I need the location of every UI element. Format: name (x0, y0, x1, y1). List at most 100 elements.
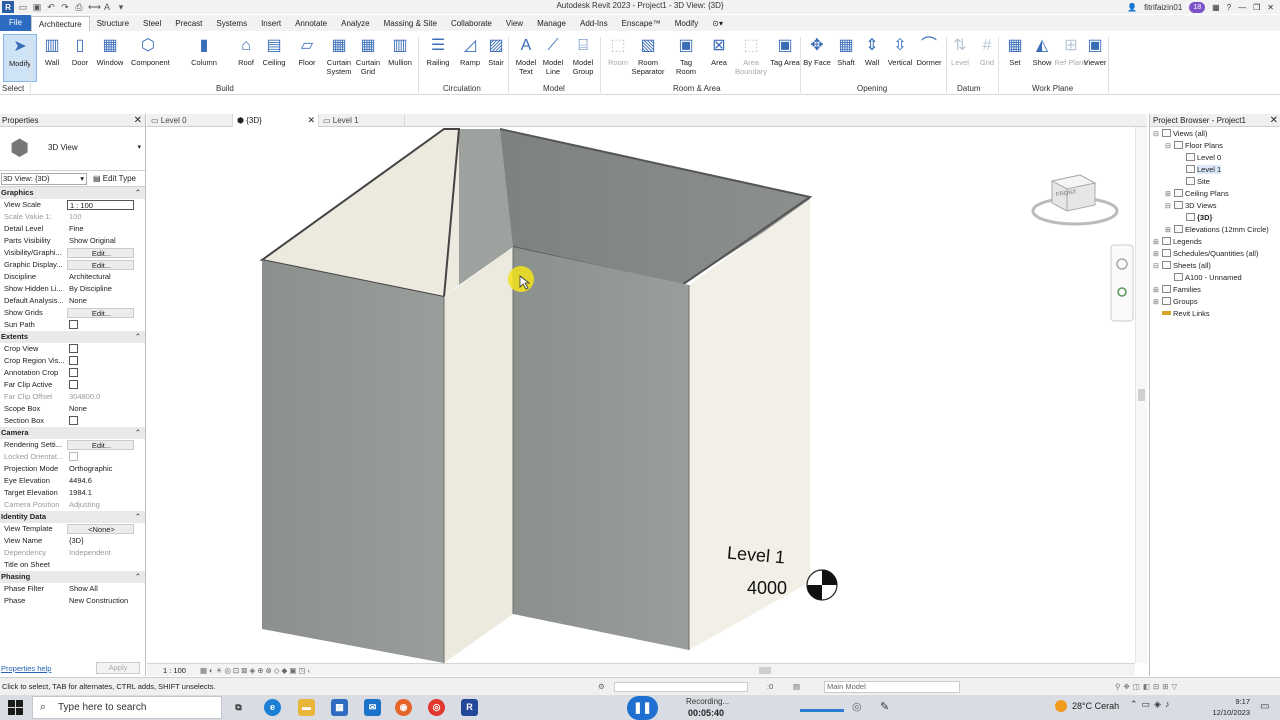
ribbon-button-mullion[interactable]: ▥ Mullion (383, 34, 417, 82)
tab-collaborate[interactable]: Collaborate (444, 16, 499, 31)
view-scale[interactable]: 1 : 100 (163, 664, 186, 677)
save-icon[interactable]: ▣ (32, 2, 42, 12)
ribbon-button-model-group[interactable]: ⌸ Model Group (566, 34, 600, 82)
browser-item[interactable]: Site (1150, 176, 1280, 188)
ribbon-button-model-line[interactable]: ⟋ Model Line (536, 34, 570, 82)
ribbon-button-railing[interactable]: ☰ Railing (421, 34, 455, 82)
tab-level-0[interactable]: ▭ Level 0 (147, 114, 233, 127)
ribbon-button-room[interactable]: ⬚ Room (601, 34, 635, 82)
tab-insert[interactable]: Insert (254, 16, 288, 31)
ribbon-button-area[interactable]: ⊠ Area (702, 34, 736, 82)
ribbon-button-dormer[interactable]: ⌒ Dormer (912, 34, 946, 82)
ribbon-button-viewer[interactable]: ▣ Viewer (1078, 34, 1112, 82)
apply-button[interactable]: Apply (96, 662, 140, 674)
property-value[interactable]: Edit... (67, 260, 134, 270)
tab-3d[interactable]: ⬢ {3D} ✕ (233, 114, 319, 127)
tab-architecture[interactable]: Architecture (30, 16, 90, 31)
property-value[interactable] (67, 367, 134, 379)
property-checkbox[interactable] (69, 452, 78, 461)
tab-steel[interactable]: Steel (136, 16, 168, 31)
firefox-icon[interactable]: ◉ (395, 699, 412, 716)
property-value[interactable] (67, 379, 134, 391)
undo-icon[interactable]: ↶ (46, 2, 56, 12)
view-control-icons[interactable]: ▦◐☀◎⊡⊠◈⊕⊗◇◆▣◳‹ (200, 664, 312, 677)
print-icon[interactable]: ⎙ (74, 2, 84, 12)
property-value[interactable]: Edit... (67, 440, 134, 450)
user-name[interactable]: fitrifaizin01 (1144, 3, 1182, 12)
wall-left-outer-face[interactable] (262, 260, 444, 663)
windows-start-icon[interactable] (8, 700, 23, 715)
ribbon-button-component[interactable]: ⬡ Component (131, 34, 170, 82)
taskbar-clock[interactable]: 9:17 12/10/2023 (1198, 696, 1250, 718)
wall-mid-light-face[interactable] (444, 247, 513, 663)
horizontal-scroll-thumb[interactable] (759, 667, 771, 674)
open-icon[interactable]: ▭ (18, 2, 28, 12)
restore-icon[interactable]: ❐ (1253, 3, 1260, 12)
tab-systems[interactable]: Systems (209, 16, 254, 31)
property-value[interactable] (67, 343, 134, 355)
browser-item[interactable]: Revit Links (1150, 308, 1280, 320)
close-tab-icon[interactable]: ✕ (307, 114, 315, 127)
property-group-graphics[interactable]: Graphics (0, 187, 145, 199)
property-value[interactable]: None (67, 403, 134, 415)
property-group-phasing[interactable]: Phasing (0, 571, 145, 583)
system-tray-icons[interactable]: ⌃▭◈♪ (1130, 699, 1173, 710)
close-icon[interactable]: ✕ (1267, 3, 1274, 12)
property-value[interactable]: Show Original (67, 235, 134, 247)
chevron-down-icon[interactable]: ▾ (137, 143, 141, 151)
qat-dropdown-icon[interactable]: ▾ (116, 2, 126, 12)
property-value[interactable]: 4494.6 (67, 475, 134, 487)
ribbon-button-column[interactable]: ▮ Column (187, 34, 221, 82)
notification-badge[interactable]: 18 (1189, 1, 1206, 13)
measure-icon[interactable]: ⟷ (88, 2, 101, 12)
property-group-camera[interactable]: Camera (0, 427, 145, 439)
property-value[interactable] (67, 415, 134, 427)
ribbon-button-door[interactable]: ▯ Door (63, 34, 97, 82)
ribbon-button-floor[interactable]: ▱ Floor (290, 34, 324, 82)
scroll-thumb[interactable] (1138, 389, 1145, 401)
help-icon[interactable]: ? (1227, 3, 1231, 12)
design-option-dropdown[interactable]: Main Model (824, 681, 960, 693)
property-checkbox[interactable] (69, 320, 78, 329)
browser-item[interactable]: ⊞ Groups (1150, 296, 1280, 308)
3d-view-canvas[interactable]: Level 1 4000 FRONT (147, 127, 1135, 663)
property-value[interactable] (67, 319, 134, 331)
tab-manage[interactable]: Manage (530, 16, 573, 31)
file-explorer-icon[interactable]: ▬ (298, 699, 315, 716)
text-icon[interactable]: A (102, 2, 112, 12)
tab-level-1[interactable]: ▭ Level 1 (319, 114, 405, 127)
property-group-identity-data[interactable]: Identity Data (0, 511, 145, 523)
selection-filter-icons[interactable]: ⚲✥◫◧⊟⊞▽ (1115, 678, 1180, 696)
property-value[interactable]: 1984.1 (67, 487, 134, 499)
revit-taskbar-icon[interactable]: R (461, 699, 478, 716)
property-checkbox[interactable] (69, 416, 78, 425)
ribbon-button-tag-room[interactable]: ▣ Tag Room (669, 34, 703, 82)
edit-type-button[interactable]: ▤ Edit Type (93, 174, 136, 183)
property-value[interactable]: Edit... (67, 308, 134, 318)
browser-item[interactable]: ⊞ Ceiling Plans (1150, 188, 1280, 200)
chrome-icon[interactable]: ◎ (428, 699, 445, 716)
close-properties-icon[interactable]: ✕ (134, 114, 142, 127)
browser-item[interactable]: ⊞ Families (1150, 284, 1280, 296)
browser-item[interactable]: {3D} (1150, 212, 1280, 224)
property-value[interactable]: {3D} (67, 535, 134, 547)
property-value[interactable]: 1 : 100 (67, 200, 134, 210)
tab-add-ins[interactable]: Add-Ins (573, 16, 615, 31)
ribbon-button-tag-area[interactable]: ▣ Tag Area (768, 34, 802, 82)
property-value[interactable]: None (67, 295, 134, 307)
browser-item[interactable]: ⊞ Legends (1150, 236, 1280, 248)
ribbon-button-room-separator[interactable]: ▧ Room Separator (631, 34, 665, 82)
design-options-icon[interactable]: ▤ (793, 678, 800, 696)
redo-icon[interactable]: ↷ (60, 2, 70, 12)
instance-select[interactable]: 3D View: {3D} (1, 172, 87, 185)
cart-icon[interactable]: ▦ (1212, 3, 1220, 12)
tab-structure[interactable]: Structure (90, 16, 136, 31)
close-browser-icon[interactable]: ✕ (1270, 114, 1278, 127)
ribbon-button-ceiling[interactable]: ▤ Ceiling (257, 34, 291, 82)
mail-icon[interactable]: ✉ (364, 699, 381, 716)
tab-analyze[interactable]: Analyze (334, 16, 376, 31)
browser-item[interactable]: Level 1 (1150, 164, 1280, 176)
edge-browser-icon[interactable]: e (264, 699, 281, 716)
browser-item[interactable]: ⊟ 3D Views (1150, 200, 1280, 212)
revit-logo-icon[interactable]: R (2, 1, 14, 13)
